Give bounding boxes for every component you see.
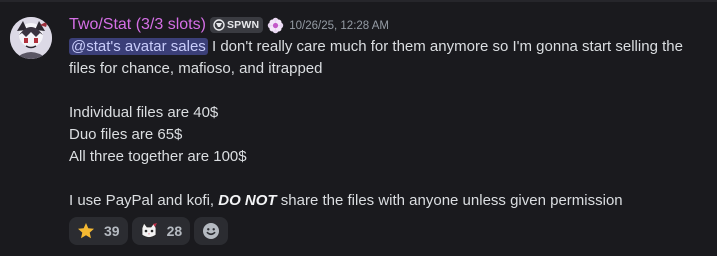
reaction-count: 28 [166,223,183,239]
star-icon [78,223,94,239]
price-line: Duo files are 65$ [69,126,183,143]
price-line: All three together are 100$ [69,148,247,165]
price-line: Individual files are 40$ [69,104,219,121]
message-text: share the files with anyone unless given… [276,192,623,209]
message-line: I use PayPal and kofi, DO NOT share the … [69,190,709,212]
message-body: @stat's avatar sales I don't really care… [69,36,709,212]
smile-icon [203,223,220,239]
reaction-count: 39 [104,223,120,239]
reactions-bar: 39 28 [69,217,709,245]
reaction-cat[interactable]: 28 [131,217,191,245]
guild-tag-icon [213,19,225,31]
flower-role-icon[interactable] [267,17,284,34]
avatar[interactable] [10,17,52,59]
guild-tag-label: SPWN [226,19,260,31]
message-line: @stat's avatar sales I don't really care… [69,36,709,58]
chat-message: Two/Stat (3/3 slots) SPWN 10/26/25, 12:2… [0,0,717,256]
cat-face-icon [141,222,157,238]
message-text: I don't really care much for them anymor… [207,38,683,55]
message-text: I use PayPal and kofi, [69,192,219,209]
guild-tag-badge[interactable]: SPWN [209,17,264,33]
message-timestamp[interactable]: 10/26/25, 12:28 AM [289,18,389,32]
divider [0,0,717,2]
message-content: Two/Stat (3/3 slots) SPWN 10/26/25, 12:2… [69,14,709,245]
username[interactable]: Two/Stat (3/3 slots) [69,16,206,34]
add-reaction-button[interactable] [194,217,229,245]
avatar-image [10,17,52,59]
emphasis-text: DO NOT [218,192,277,209]
reaction-star[interactable]: 39 [69,217,128,245]
message-line: files for chance, mafioso, and itrapped [69,60,323,77]
role-mention[interactable]: @stat's avatar sales [69,38,208,55]
message-header: Two/Stat (3/3 slots) SPWN 10/26/25, 12:2… [69,14,709,36]
